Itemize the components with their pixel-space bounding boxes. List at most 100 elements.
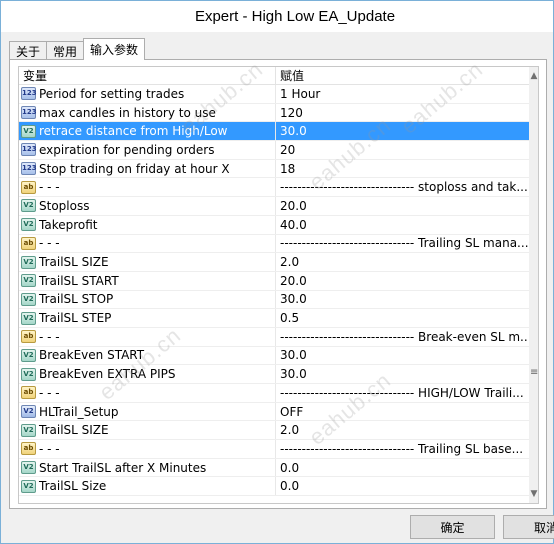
parameter-value-cell[interactable]: 2.0 — [276, 421, 529, 439]
parameter-name-cell[interactable]: V2 TrailSL START — [19, 271, 276, 290]
string-type-icon: ab — [21, 386, 36, 400]
parameter-value-cell[interactable]: 30.0 — [276, 347, 529, 365]
parameter-name-cell[interactable]: 123 Stop trading on friday at hour X — [19, 159, 276, 178]
parameter-value-cell[interactable]: 18 — [276, 160, 529, 178]
parameter-row[interactable]: ab - - - ------------------------------- T… — [19, 440, 529, 459]
parameter-rows: 123 Period for setting trades 1 Hour 123 max… — [19, 85, 529, 497]
parameter-row[interactable]: 123 Stop trading on friday at hour X 18 — [19, 159, 529, 179]
parameter-row[interactable]: V2 TrailSL Size 0.0 — [19, 477, 529, 497]
parameter-value-cell[interactable]: 40.0 — [276, 216, 529, 234]
integer-type-icon: 123 — [21, 143, 37, 157]
parameter-row[interactable]: ab - - - ------------------------------- B… — [19, 327, 529, 347]
parameter-name: TrailSL STEP — [39, 311, 112, 326]
parameter-row[interactable]: 123 Period for setting trades 1 Hour — [19, 85, 529, 104]
column-header-value[interactable]: 赋值 — [276, 67, 529, 84]
parameter-name-cell[interactable]: ab - - - — [19, 234, 276, 253]
scroll-grip-icon[interactable]: ≡ — [530, 367, 538, 379]
parameter-value-cell[interactable]: 20.0 — [276, 197, 529, 215]
parameter-value-cell[interactable]: 0.0 — [276, 459, 529, 477]
string-type-icon: ab — [21, 442, 36, 456]
parameter-value-cell[interactable]: ------------------------------- Trailing… — [276, 235, 529, 253]
enum-type-icon: V2 — [21, 405, 36, 419]
parameter-name-cell[interactable]: ab - - - — [19, 327, 276, 346]
parameter-row[interactable]: V2 Start TrailSL after X Minutes 0.0 — [19, 458, 529, 478]
parameter-row[interactable]: V2 TrailSL STOP 30.0 — [19, 290, 529, 310]
parameter-value-cell[interactable]: 0.5 — [276, 309, 529, 327]
parameter-row[interactable]: 123 expiration for pending orders 20 — [19, 141, 529, 160]
tab-about[interactable]: 关于 — [9, 41, 48, 60]
scroll-down-arrow-icon[interactable]: ▼ — [529, 487, 538, 501]
double-type-icon: V2 — [21, 274, 36, 288]
parameter-name-cell[interactable]: V2 TrailSL STEP — [19, 309, 276, 327]
parameter-name: TrailSL SIZE — [39, 423, 109, 438]
parameter-name-cell[interactable]: V2 HLTrail_Setup — [19, 402, 276, 421]
parameter-row[interactable]: V2 Takeprofit 40.0 — [19, 215, 529, 235]
parameter-value-cell[interactable]: ------------------------------- stoploss… — [276, 178, 529, 196]
parameter-row[interactable]: ab - - - ------------------------------- H… — [19, 384, 529, 403]
parameter-row[interactable]: V2 TrailSL SIZE 2.0 — [19, 253, 529, 272]
parameter-row[interactable]: V2 BreakEven START 30.0 — [19, 346, 529, 366]
parameter-name-cell[interactable]: V2 TrailSL Size — [19, 477, 276, 496]
parameter-value-cell[interactable]: 2.0 — [276, 253, 529, 271]
parameter-value-cell[interactable]: ------------------------------- HIGH/LOW… — [276, 384, 529, 402]
parameter-row[interactable]: V2 Stoploss 20.0 — [19, 197, 529, 216]
string-type-icon: ab — [21, 236, 36, 250]
expert-properties-window: Expert - High Low EA_Update 关于 常用 输入参数 变… — [0, 0, 554, 544]
parameter-row[interactable]: ab - - - ------------------------------- T… — [19, 234, 529, 254]
parameter-name-cell[interactable]: V2 BreakEven EXTRA PIPS — [19, 365, 276, 383]
parameter-name-cell[interactable]: 123 Period for setting trades — [19, 85, 276, 103]
parameter-name-cell[interactable]: V2 TrailSL STOP — [19, 290, 276, 309]
parameter-name: TrailSL Size — [39, 479, 107, 494]
column-header-variable[interactable]: 变量 — [19, 67, 276, 84]
parameter-value-cell[interactable]: 1 Hour — [276, 85, 529, 103]
parameter-name: BreakEven EXTRA PIPS — [39, 367, 176, 382]
parameter-name-cell[interactable]: V2 Stoploss — [19, 197, 276, 215]
parameter-value-cell[interactable]: OFF — [276, 403, 529, 421]
parameter-name-cell[interactable]: ab - - - — [19, 440, 276, 458]
parameter-value-cell[interactable]: 120 — [276, 104, 529, 122]
parameter-row[interactable]: ab - - - ------------------------------- s… — [19, 178, 529, 198]
parameter-name-cell[interactable]: V2 retrace distance from High/Low — [19, 122, 276, 141]
parameter-name: retrace distance from High/Low — [36, 124, 228, 139]
parameter-value-cell[interactable]: ------------------------------- Break-ev… — [276, 328, 529, 346]
tab-common[interactable]: 常用 — [46, 41, 85, 60]
parameter-name: BreakEven START — [39, 348, 145, 363]
parameter-row[interactable]: V2 TrailSL START 20.0 — [19, 271, 529, 291]
parameter-row[interactable]: V2 TrailSL STEP 0.5 — [19, 309, 529, 328]
title-bar[interactable]: Expert - High Low EA_Update — [1, 1, 553, 32]
integer-type-icon: 123 — [21, 87, 37, 101]
parameters-grid: 变量 赋值 123 Period for setting trades 1 Hour… — [18, 66, 539, 504]
parameter-value-cell[interactable]: ------------------------------- Trailing… — [276, 440, 529, 458]
parameter-name-cell[interactable]: V2 BreakEven START — [19, 346, 276, 365]
parameter-name-cell[interactable]: 123 expiration for pending orders — [19, 141, 276, 159]
parameter-row[interactable]: 123 max candles in history to use 120 — [19, 103, 529, 123]
parameter-name-cell[interactable]: V2 TrailSL SIZE — [19, 421, 276, 440]
double-type-icon: V2 — [21, 255, 36, 269]
window-title: Expert - High Low EA_Update — [194, 8, 396, 25]
parameter-name-cell[interactable]: ab - - - — [19, 178, 276, 197]
parameter-value-cell[interactable]: 30.0 — [276, 365, 529, 383]
parameter-name-cell[interactable]: 123 max candles in history to use — [19, 103, 276, 122]
parameter-row[interactable]: V2 retrace distance from High/Low 30.0 — [19, 122, 529, 142]
parameter-value-cell[interactable]: 20.0 — [276, 272, 529, 290]
scroll-up-arrow-icon[interactable]: ▲ — [529, 69, 538, 83]
parameter-value-cell[interactable]: 0.0 — [276, 477, 529, 495]
parameter-row[interactable]: V2 HLTrail_Setup OFF — [19, 402, 529, 422]
parameter-row[interactable]: V2 BreakEven EXTRA PIPS 30.0 — [19, 365, 529, 384]
tab-inputs[interactable]: 输入参数 — [83, 38, 146, 60]
parameter-name-cell[interactable]: V2 Takeprofit — [19, 215, 276, 234]
ok-button[interactable]: 确定 — [410, 515, 495, 539]
parameter-name-cell[interactable]: ab - - - — [19, 384, 276, 402]
parameter-row[interactable]: V2 TrailSL SIZE 2.0 — [19, 421, 529, 441]
parameter-name-cell[interactable]: V2 TrailSL SIZE — [19, 253, 276, 271]
cancel-button[interactable]: 取消 — [503, 515, 554, 539]
parameter-value-cell[interactable]: 30.0 — [276, 291, 529, 309]
parameter-value-cell[interactable]: 30.0 — [276, 122, 529, 141]
parameter-name: Stoploss — [39, 198, 90, 213]
integer-type-icon: 123 — [21, 162, 37, 176]
parameter-name-cell[interactable]: V2 Start TrailSL after X Minutes — [19, 458, 276, 477]
double-type-icon: V2 — [21, 199, 36, 213]
parameter-name: HLTrail_Setup — [39, 404, 119, 419]
parameter-value-cell[interactable]: 20 — [276, 141, 529, 159]
vertical-scrollbar[interactable]: ▲ ≡ ▼ — [529, 67, 538, 503]
